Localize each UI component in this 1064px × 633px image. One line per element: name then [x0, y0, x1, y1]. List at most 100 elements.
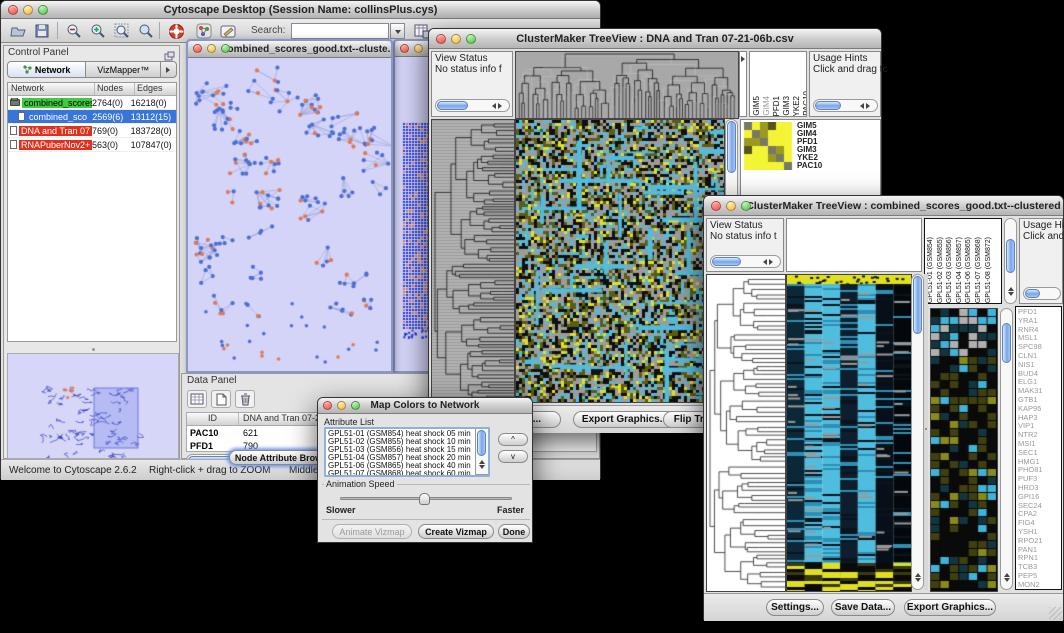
zoom-fit-icon[interactable] — [111, 21, 133, 41]
network-graph-canvas[interactable] — [188, 58, 391, 371]
zoom-button[interactable] — [38, 5, 48, 15]
hscroll-thumb[interactable] — [1025, 289, 1040, 298]
minimize-button[interactable] — [726, 201, 736, 211]
done-button[interactable]: Done — [498, 524, 530, 539]
tv2-global-vscrollbar[interactable] — [911, 274, 924, 590]
search-dropdown-button[interactable] — [390, 23, 405, 39]
delete-attribute-icon[interactable] — [235, 390, 255, 408]
tv2-column-label[interactable]: GPL51-06 (GSM865) — [965, 237, 974, 303]
tv2-column-label[interactable]: GPL51-03 (GSM856) — [946, 237, 955, 303]
scroll-down-icon[interactable] — [479, 465, 485, 472]
resize-grip-icon[interactable] — [1049, 607, 1062, 620]
tv1-column-dendrogram-canvas[interactable] — [515, 51, 739, 119]
col-id[interactable]: ID — [187, 413, 239, 425]
tv1-export-graphics-button[interactable]: Export Graphics... — [573, 411, 677, 428]
tv1-column-label[interactable]: PAC10 — [802, 91, 807, 116]
tv1-column-label[interactable]: GIM4 — [762, 96, 771, 116]
minimize-button[interactable] — [337, 401, 346, 410]
scroll-left-icon[interactable] — [857, 103, 864, 109]
open-file-icon[interactable] — [7, 21, 29, 41]
save-icon[interactable] — [31, 21, 53, 41]
create-vizmap-button[interactable]: Create Vizmap — [418, 524, 494, 539]
tv1-usage-hscrollbar[interactable] — [813, 99, 878, 112]
col-nodes[interactable]: Nodes — [95, 83, 135, 95]
zoom-button[interactable] — [221, 44, 230, 53]
search-input[interactable] — [291, 23, 389, 39]
network-row[interactable]: DNA and Tran 07 769(0) 183728(0) — [8, 124, 176, 138]
tv2-column-label[interactable]: GPL51-01 (GSM854) — [927, 237, 936, 303]
close-button[interactable] — [323, 401, 332, 410]
main-title-bar[interactable]: Cytoscape Desktop (Session Name: collins… — [1, 1, 600, 19]
scroll-down-icon[interactable] — [1008, 292, 1014, 299]
tv2-column-label[interactable]: GPL51-07 (GSM868) — [975, 237, 984, 303]
speed-slider[interactable] — [340, 497, 512, 500]
scroll-down-icon[interactable] — [915, 578, 921, 585]
dialog-title-bar[interactable]: Map Colors to Network — [318, 398, 532, 414]
network-window-1-title-bar[interactable]: combined_scores_good.txt--cluste... — [188, 41, 391, 58]
close-button[interactable] — [436, 34, 446, 44]
scroll-up-icon[interactable] — [915, 570, 921, 577]
network-row[interactable]: RNAPuberNov2+ 563(0) 107847(0) — [8, 138, 176, 152]
expand-icon[interactable] — [741, 56, 748, 62]
tv2-splitter[interactable] — [924, 274, 928, 590]
tv2-column-label[interactable]: GPL51-04 (GSM857) — [956, 237, 965, 303]
tv2-column-label[interactable]: GPL51-08 (GSM872) — [985, 237, 994, 303]
move-down-button[interactable]: v — [498, 450, 528, 463]
help-lifesaver-icon[interactable] — [165, 21, 187, 41]
minimize-button[interactable] — [451, 34, 461, 44]
network-row[interactable]: combined_scores 2764(0) 16218(0) — [8, 96, 176, 110]
minimize-button[interactable] — [207, 44, 216, 53]
slider-thumb[interactable] — [419, 493, 430, 505]
scroll-down-icon[interactable] — [1004, 578, 1010, 585]
tv1-column-label[interactable]: GIM3 — [782, 96, 791, 116]
zoom-button[interactable] — [741, 201, 751, 211]
minimize-button[interactable] — [414, 44, 423, 53]
tv2-export-graphics-button[interactable]: Export Graphics... — [904, 599, 996, 616]
tv2-usage-hscrollbar[interactable] — [1023, 287, 1061, 300]
tab-vizmapper[interactable]: VizMapper™ — [86, 61, 161, 78]
move-up-button[interactable]: ^ — [498, 433, 528, 446]
close-button[interactable] — [711, 201, 721, 211]
vscroll-thumb[interactable] — [1006, 239, 1015, 273]
minimize-button[interactable] — [23, 5, 33, 15]
new-attribute-icon[interactable] — [211, 390, 231, 408]
tv1-status-hscrollbar[interactable] — [435, 99, 510, 112]
tv1-column-label[interactable]: GIM5 — [752, 96, 761, 116]
close-button[interactable] — [193, 44, 202, 53]
zoom-selected-icon[interactable] — [135, 21, 157, 41]
panel-splitter[interactable] — [7, 346, 177, 352]
scroll-up-icon[interactable] — [1004, 570, 1010, 577]
network-overview-canvas[interactable] — [7, 353, 179, 459]
vscroll-thumb[interactable] — [1002, 323, 1011, 363]
treeview2-title-bar[interactable]: ClusterMaker TreeView : combined_scores_… — [704, 196, 1063, 216]
tv2-collabel-vscrollbar[interactable] — [1004, 218, 1017, 304]
col-edges[interactable]: Edges — [135, 83, 175, 95]
close-button[interactable] — [8, 5, 18, 15]
tv2-status-hscrollbar[interactable] — [710, 255, 781, 268]
vscroll-thumb[interactable] — [727, 121, 736, 173]
tab-network[interactable]: Network — [7, 61, 86, 78]
close-button[interactable] — [400, 44, 409, 53]
scroll-right-icon[interactable] — [769, 259, 776, 265]
tv2-global-heatmap-canvas[interactable] — [786, 274, 912, 592]
treeview1-title-bar[interactable]: ClusterMaker TreeView : DNA and Tran 07-… — [429, 29, 881, 49]
tv1-column-label[interactable]: PFD1 — [772, 96, 781, 116]
tab-scroll-right-button[interactable] — [161, 61, 177, 78]
tv2-column-label[interactable]: GPL51-02 (GSM855) — [937, 237, 946, 303]
table-mode-icon[interactable] — [187, 390, 207, 408]
attribute-item[interactable]: GPL51-07 (GSM868) heat shock 60 min — [328, 470, 486, 477]
vizmapper-icon[interactable] — [193, 21, 215, 41]
vscroll-thumb[interactable] — [477, 430, 486, 456]
tv2-zoom-vscrollbar[interactable] — [1000, 308, 1013, 590]
zoom-in-icon[interactable] — [87, 21, 109, 41]
attribute-list-vscrollbar[interactable] — [475, 429, 488, 475]
scroll-left-icon[interactable] — [760, 259, 767, 265]
hscroll-thumb[interactable] — [437, 101, 468, 110]
hscroll-thumb[interactable] — [815, 101, 841, 110]
tv1-heatmap-canvas[interactable] — [515, 119, 725, 403]
tv2-save-data-button[interactable]: Save Data... — [831, 599, 895, 616]
scroll-right-icon[interactable] — [866, 103, 873, 109]
zoom-out-icon[interactable] — [63, 21, 85, 41]
zoom-button[interactable] — [466, 34, 476, 44]
hscroll-thumb[interactable] — [712, 257, 741, 266]
